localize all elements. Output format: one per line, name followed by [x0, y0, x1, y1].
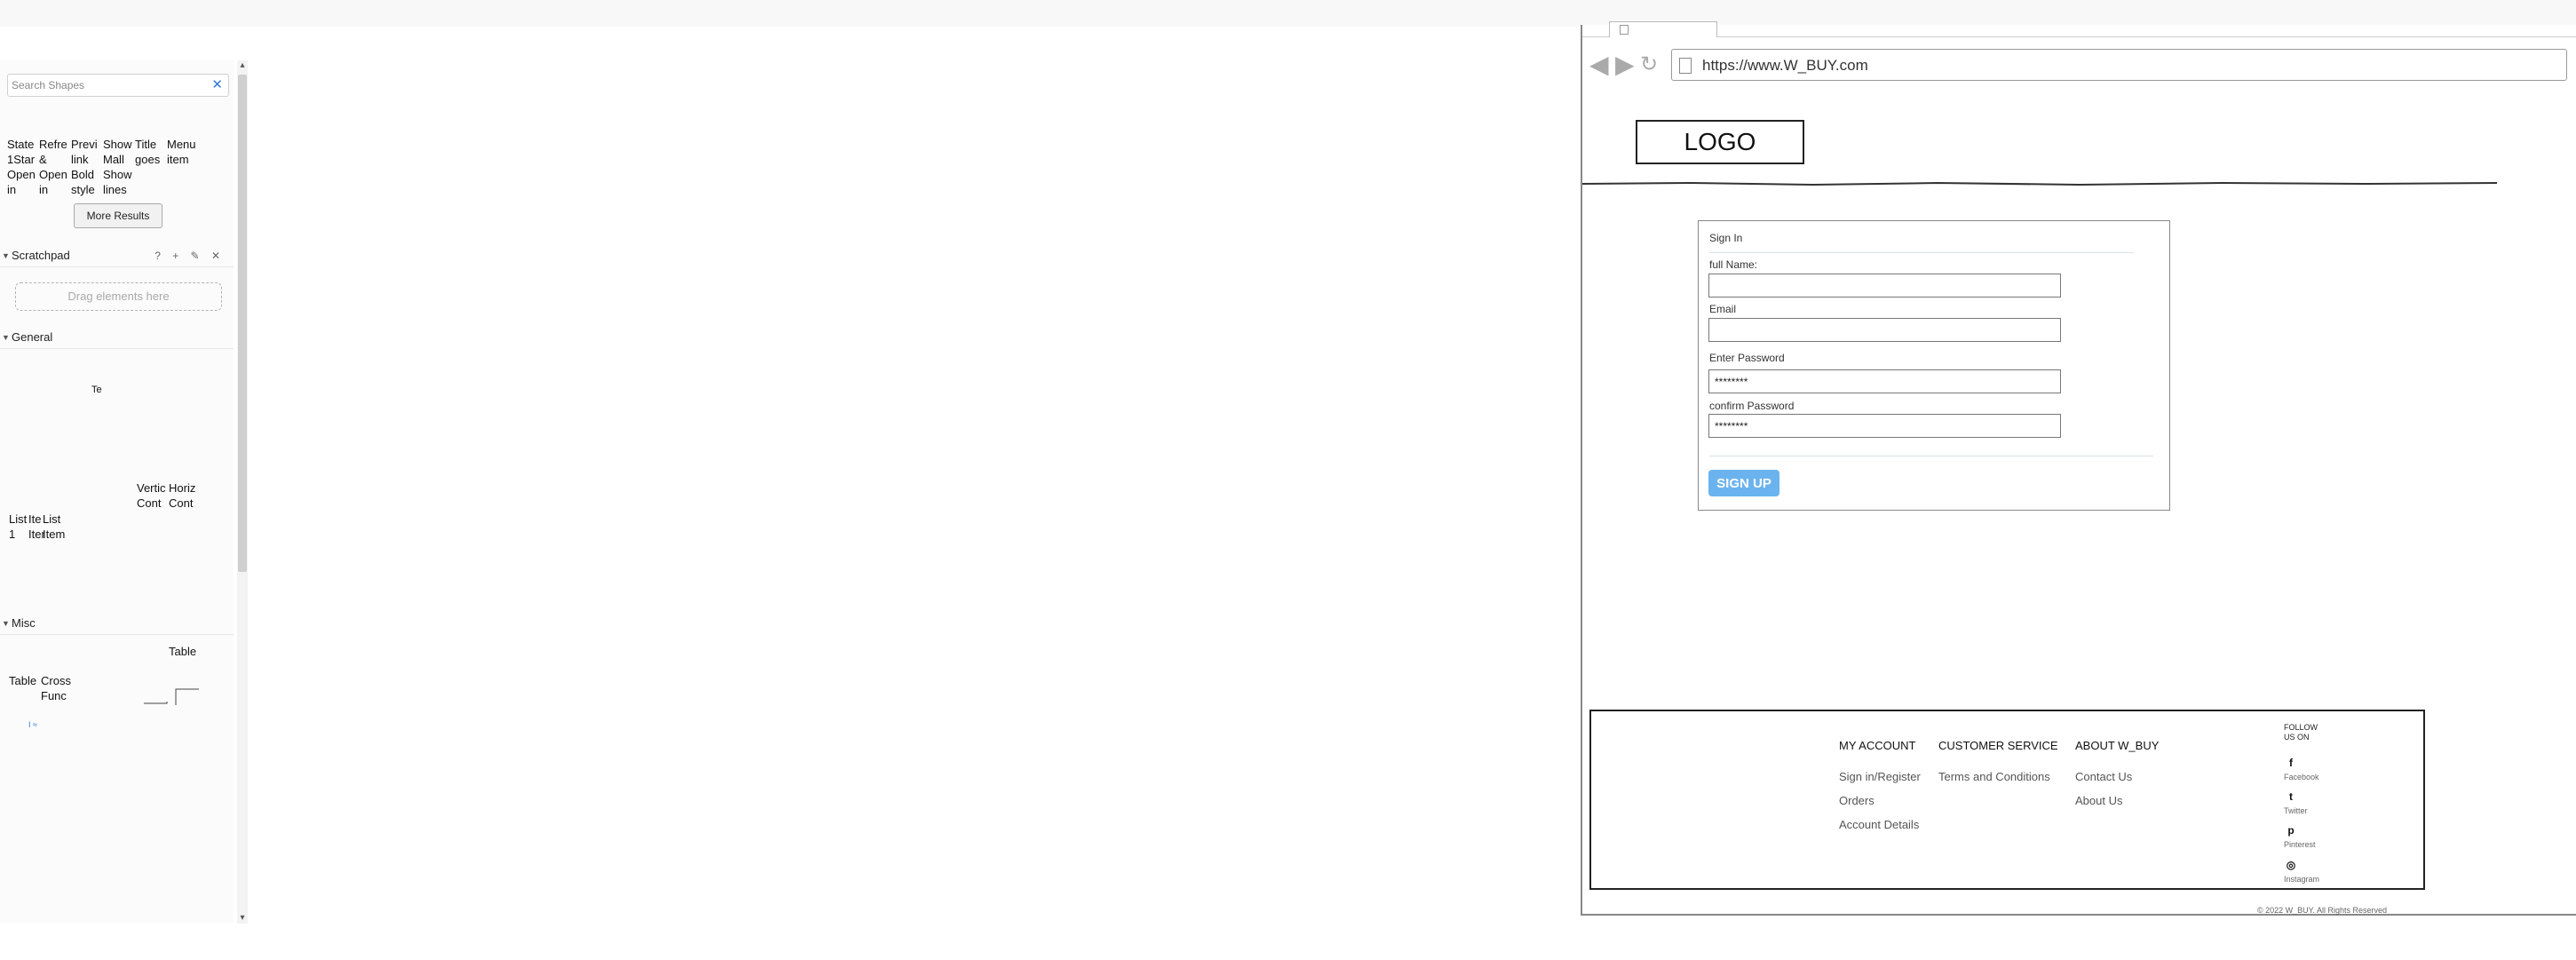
general-shape[interactable]: Horiz Cont [169, 480, 201, 511]
field-label-email: Email [1709, 303, 1737, 315]
password-input[interactable] [1708, 369, 2061, 393]
section-scratchpad[interactable]: ▼ Scratchpad ? + ✎ ✕ [0, 244, 234, 267]
back-arrow-icon[interactable]: ◀ [1589, 52, 1609, 77]
signup-form: Sign In full Name: Email Enter Password … [1698, 220, 2170, 511]
footer-link-contact[interactable]: Contact Us [2075, 770, 2132, 783]
facebook-icon[interactable]: f [2284, 756, 2298, 770]
scroll-down-icon[interactable]: ▾ [237, 913, 248, 924]
form-divider [1709, 252, 2134, 253]
shape-search-box[interactable]: ✕ [7, 74, 229, 97]
form-title: Sign In [1709, 232, 1743, 244]
section-general[interactable]: ▼ General [0, 326, 234, 349]
misc-shape[interactable]: Table [169, 644, 213, 659]
search-result-shape[interactable]: Show Mall Show lines [103, 137, 135, 197]
clear-search-icon[interactable]: ✕ [211, 78, 223, 92]
collapse-caret-icon[interactable]: ▼ [2, 326, 10, 349]
misc-small-shape-icon[interactable]: I ≈ [28, 720, 37, 729]
site-footer: MY ACCOUNT Sign in/Register Orders Accou… [1589, 710, 2425, 890]
collapse-caret-icon[interactable]: ▼ [2, 244, 10, 267]
collapse-caret-icon[interactable]: ▼ [2, 612, 10, 635]
reload-icon[interactable]: ↻ [1640, 52, 1658, 77]
field-label-confirm-password: confirm Password [1709, 400, 1795, 412]
scratchpad-drop-zone[interactable]: Drag elements here [15, 282, 222, 311]
general-shape[interactable]: List Item [43, 512, 75, 542]
pinterest-icon[interactable]: p [2284, 823, 2298, 837]
field-label-password: Enter Password [1709, 352, 1785, 364]
footer-link-sign-in[interactable]: Sign in/Register [1839, 770, 1921, 783]
email-input[interactable] [1708, 318, 2061, 342]
confirm-password-input[interactable] [1708, 414, 2061, 438]
social-label-instagram[interactable]: Instagram [2284, 875, 2319, 884]
twitter-icon[interactable]: t [2284, 789, 2298, 804]
header-divider [1582, 181, 2497, 186]
section-title: Misc [12, 616, 36, 630]
search-result-shape[interactable]: Title goes [135, 137, 167, 167]
misc-shape[interactable]: Cross Func [41, 673, 73, 703]
misc-line-shapes[interactable] [142, 684, 206, 707]
general-shape[interactable]: Te [91, 383, 123, 398]
scratchpad-tools[interactable]: ? + ✎ ✕ [155, 244, 225, 267]
shape-search-input[interactable] [12, 77, 207, 93]
instagram-icon[interactable]: ◎ [2284, 858, 2298, 872]
browser-window-mockup: ◀ ▶ ↻ https://www.W_BUY.com LOGO Sign In… [1581, 21, 2576, 916]
misc-shape[interactable]: Table [9, 673, 41, 688]
footer-column-title: ABOUT W_BUY [2075, 739, 2160, 752]
footer-column-title: MY ACCOUNT [1839, 739, 1916, 752]
search-result-shape[interactable]: Previ link Bold style [71, 137, 103, 197]
full-name-input[interactable] [1708, 274, 2061, 298]
scrollbar-thumb[interactable] [238, 75, 247, 572]
shapes-sidebar: ✕ State 1Star Open in Refre & Open in Pr… [0, 60, 234, 924]
more-results-button[interactable]: More Results [74, 203, 162, 228]
url-text: https://www.W_BUY.com [1702, 57, 1868, 74]
footer-link-orders[interactable]: Orders [1839, 794, 1875, 807]
general-shape[interactable]: Vertic Cont [137, 480, 169, 511]
browser-tab-bar [1582, 21, 2576, 37]
search-result-shape[interactable]: Menu item [167, 137, 199, 167]
social-label-twitter[interactable]: Twitter [2284, 806, 2308, 815]
footer-link-account-details[interactable]: Account Details [1839, 818, 1919, 831]
social-label-facebook[interactable]: Facebook [2284, 773, 2319, 781]
site-logo: LOGO [1636, 120, 1804, 164]
footer-link-about[interactable]: About Us [2075, 794, 2122, 807]
search-result-shape[interactable]: State 1Star Open in [7, 137, 39, 197]
section-misc[interactable]: ▼ Misc [0, 612, 234, 635]
signup-button[interactable]: SIGN UP [1708, 470, 1779, 496]
footer-column-title: CUSTOMER SERVICE [1938, 739, 2058, 752]
search-result-shape[interactable]: Refre & Open in [39, 137, 71, 197]
sidebar-scrollbar[interactable]: ▴ ▾ [237, 60, 248, 924]
tab-page-icon [1620, 25, 1629, 35]
forward-arrow-icon[interactable]: ▶ [1615, 52, 1635, 77]
copyright-text: © 2022 W_BUY. All Rights Reserved [2257, 906, 2388, 915]
social-label-pinterest[interactable]: Pinterest [2284, 840, 2316, 849]
follow-us-heading: FOLLOW US ON [2284, 723, 2318, 742]
section-title: Scratchpad [12, 249, 70, 262]
app-top-strip [0, 0, 2576, 27]
footer-link-terms[interactable]: Terms and Conditions [1938, 770, 2050, 783]
section-title: General [12, 330, 53, 344]
address-bar[interactable]: https://www.W_BUY.com [1671, 49, 2567, 81]
scroll-up-icon[interactable]: ▴ [237, 60, 248, 71]
field-label-full-name: full Name: [1709, 258, 1758, 271]
page-icon [1679, 58, 1692, 74]
